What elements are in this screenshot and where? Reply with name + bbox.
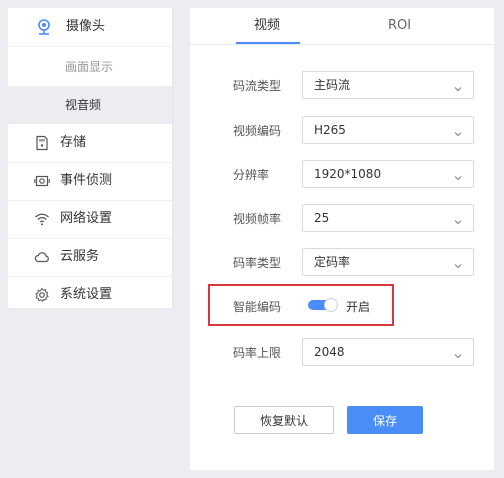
- bitrate-limit-value: 2048: [314, 345, 345, 359]
- sidebar-item-cloud[interactable]: 云服务: [8, 238, 172, 276]
- gear-icon: [34, 287, 50, 303]
- chevron-down-icon: [453, 346, 463, 359]
- bitrate-type-label: 码率类型: [233, 256, 282, 270]
- active-tab-indicator: [236, 42, 300, 44]
- cloud-icon: [34, 249, 50, 265]
- chevron-down-icon: [453, 212, 463, 225]
- sidebar-item-label: 网络设置: [60, 211, 113, 226]
- video-codec-select[interactable]: H265: [302, 116, 474, 144]
- tab-roi[interactable]: ROI: [388, 17, 411, 35]
- chevron-down-icon: [453, 256, 463, 269]
- sidebar-item-label: 画面显示: [65, 60, 114, 74]
- sidebar-item-label: 事件侦测: [60, 173, 113, 188]
- resolution-row: 分辨率 1920*1080: [190, 160, 494, 190]
- bitrate-limit-label: 码率上限: [233, 346, 282, 360]
- sidebar-item-network[interactable]: 网络设置: [8, 200, 172, 238]
- bitrate-type-row: 码率类型 定码率: [190, 248, 494, 278]
- annotation-highlight-box: [208, 284, 394, 326]
- sidebar-item-camera[interactable]: 摄像头: [8, 8, 172, 46]
- sidebar-item-label: 摄像头: [66, 19, 106, 34]
- main-panel: 视频 ROI 码流类型 主码流 视频编码 H265 分辨率 1920*1080 …: [190, 8, 494, 470]
- motion-camera-icon: [34, 173, 50, 189]
- wifi-icon: [34, 211, 50, 227]
- chevron-down-icon: [453, 124, 463, 137]
- sd-card-icon: [34, 135, 50, 151]
- tab-video[interactable]: 视频: [254, 17, 280, 35]
- video-codec-row: 视频编码 H265: [190, 116, 494, 146]
- chevron-down-icon: [453, 168, 463, 181]
- sidebar-item-event-detection[interactable]: 事件侦测: [8, 162, 172, 200]
- bitrate-limit-select[interactable]: 2048: [302, 338, 474, 366]
- tab-bar: 视频 ROI: [190, 8, 494, 45]
- sidebar-item-label: 云服务: [60, 249, 100, 264]
- sidebar-subitem-video-audio[interactable]: 视音频: [8, 86, 172, 124]
- frame-rate-value: 25: [314, 211, 330, 225]
- video-codec-label: 视频编码: [233, 124, 282, 138]
- sidebar-subitem-display[interactable]: 画面显示: [8, 48, 172, 86]
- frame-rate-label: 视频帧率: [233, 212, 282, 226]
- sidebar-item-label: 存储: [60, 135, 87, 150]
- divider: [8, 46, 172, 47]
- stream-type-label: 码流类型: [233, 79, 282, 93]
- video-codec-value: H265: [314, 123, 346, 137]
- sidebar: 摄像头 画面显示 视音频 存储 事件侦测 网络设置 云服务 系统设置: [8, 8, 173, 308]
- stream-type-value: 主码流: [314, 78, 351, 92]
- frame-rate-select[interactable]: 25: [302, 204, 474, 232]
- bitrate-limit-row: 码率上限 2048: [190, 338, 494, 368]
- save-button[interactable]: 保存: [347, 406, 423, 434]
- camera-icon: [36, 19, 52, 35]
- resolution-label: 分辨率: [233, 168, 270, 182]
- stream-type-row: 码流类型 主码流: [190, 71, 494, 101]
- resolution-value: 1920*1080: [314, 167, 382, 181]
- sidebar-item-label: 系统设置: [60, 287, 113, 302]
- sidebar-item-system[interactable]: 系统设置: [8, 276, 172, 314]
- bitrate-type-value: 定码率: [314, 255, 351, 269]
- bitrate-type-select[interactable]: 定码率: [302, 248, 474, 276]
- sidebar-item-label: 视音频: [65, 98, 102, 112]
- restore-defaults-button[interactable]: 恢复默认: [234, 406, 334, 434]
- frame-rate-row: 视频帧率 25: [190, 204, 494, 234]
- resolution-select[interactable]: 1920*1080: [302, 160, 474, 188]
- chevron-down-icon: [453, 79, 463, 92]
- stream-type-select[interactable]: 主码流: [302, 71, 474, 99]
- sidebar-item-storage[interactable]: 存储: [8, 124, 172, 162]
